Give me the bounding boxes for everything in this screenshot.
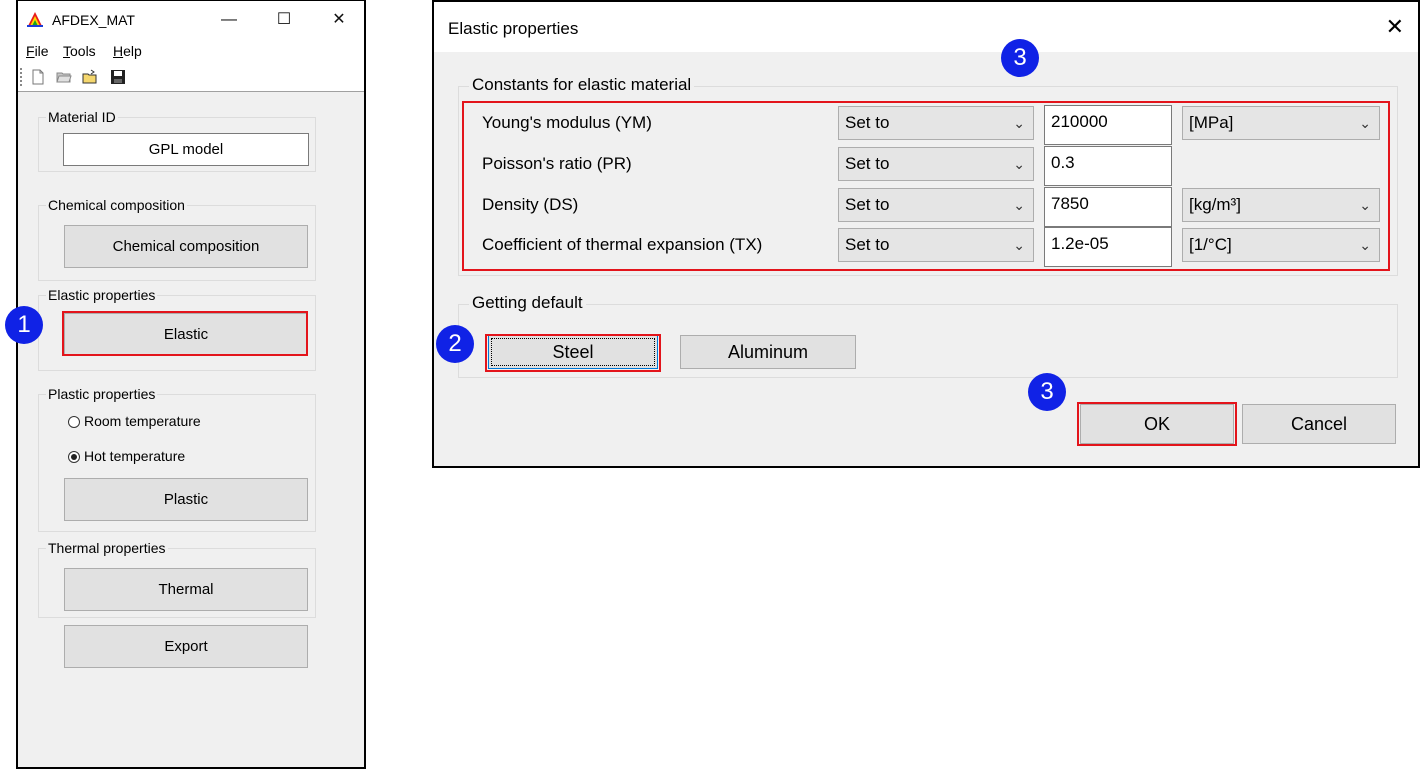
open-folder-icon[interactable] bbox=[56, 69, 72, 85]
open-recent-icon[interactable] bbox=[82, 69, 98, 85]
hot-temperature-radio[interactable]: Hot temperature bbox=[68, 448, 185, 464]
step-badge-3-top: 3 bbox=[1001, 39, 1039, 77]
app-logo-icon bbox=[26, 10, 44, 28]
radio-circle bbox=[68, 416, 80, 428]
chemical-composition-button[interactable]: Chemical composition bbox=[64, 225, 308, 268]
elastic-properties-label: Elastic properties bbox=[46, 287, 158, 303]
radio-circle-selected bbox=[68, 451, 80, 463]
plastic-button[interactable]: Plastic bbox=[64, 478, 308, 521]
save-icon[interactable] bbox=[110, 69, 126, 85]
ok-highlight-box bbox=[1077, 402, 1237, 446]
aluminum-button[interactable]: Aluminum bbox=[680, 335, 856, 369]
constants-group-label: Constants for elastic material bbox=[469, 75, 695, 95]
toolbar bbox=[18, 63, 364, 92]
chemical-composition-label: Chemical composition bbox=[46, 197, 187, 213]
step-badge-3-bottom: 3 bbox=[1028, 373, 1066, 411]
material-id-label: Material ID bbox=[46, 109, 118, 125]
defaults-group-label: Getting default bbox=[469, 293, 586, 313]
afdex-mat-window: AFDEX_MAT — ☐ ✕ File Tools Help Material… bbox=[16, 0, 366, 769]
thermal-properties-label: Thermal properties bbox=[46, 540, 168, 556]
title-bar: AFDEX_MAT — ☐ ✕ bbox=[18, 1, 364, 39]
menu-help[interactable]: Help bbox=[113, 43, 142, 59]
menu-tools[interactable]: Tools bbox=[63, 43, 96, 59]
menu-file[interactable]: File bbox=[26, 43, 49, 59]
maximize-button[interactable]: ☐ bbox=[269, 7, 299, 33]
new-file-icon[interactable] bbox=[30, 69, 46, 85]
menu-bar: File Tools Help bbox=[18, 39, 364, 63]
thermal-button[interactable]: Thermal bbox=[64, 568, 308, 611]
elastic-highlight-box bbox=[62, 311, 308, 356]
cancel-button[interactable]: Cancel bbox=[1242, 404, 1396, 444]
toolbar-grip[interactable] bbox=[20, 68, 24, 86]
export-button[interactable]: Export bbox=[64, 625, 308, 668]
dialog-close-icon[interactable]: ✕ bbox=[1386, 14, 1404, 40]
steel-highlight-box bbox=[485, 334, 661, 372]
step-badge-1: 1 bbox=[5, 306, 43, 344]
material-id-input[interactable]: GPL model bbox=[63, 133, 309, 166]
dialog-title: Elastic properties bbox=[448, 19, 579, 38]
plastic-properties-label: Plastic properties bbox=[46, 386, 158, 402]
minimize-button[interactable]: — bbox=[214, 7, 244, 33]
room-temperature-radio[interactable]: Room temperature bbox=[68, 413, 201, 429]
elastic-properties-dialog: Elastic properties ✕ Constants for elast… bbox=[432, 0, 1420, 468]
close-button[interactable]: ✕ bbox=[324, 7, 354, 33]
window-title: AFDEX_MAT bbox=[52, 12, 135, 28]
step-badge-2: 2 bbox=[436, 325, 474, 363]
constants-highlight-box bbox=[462, 101, 1390, 271]
dialog-title-bar: Elastic properties ✕ bbox=[434, 2, 1418, 52]
